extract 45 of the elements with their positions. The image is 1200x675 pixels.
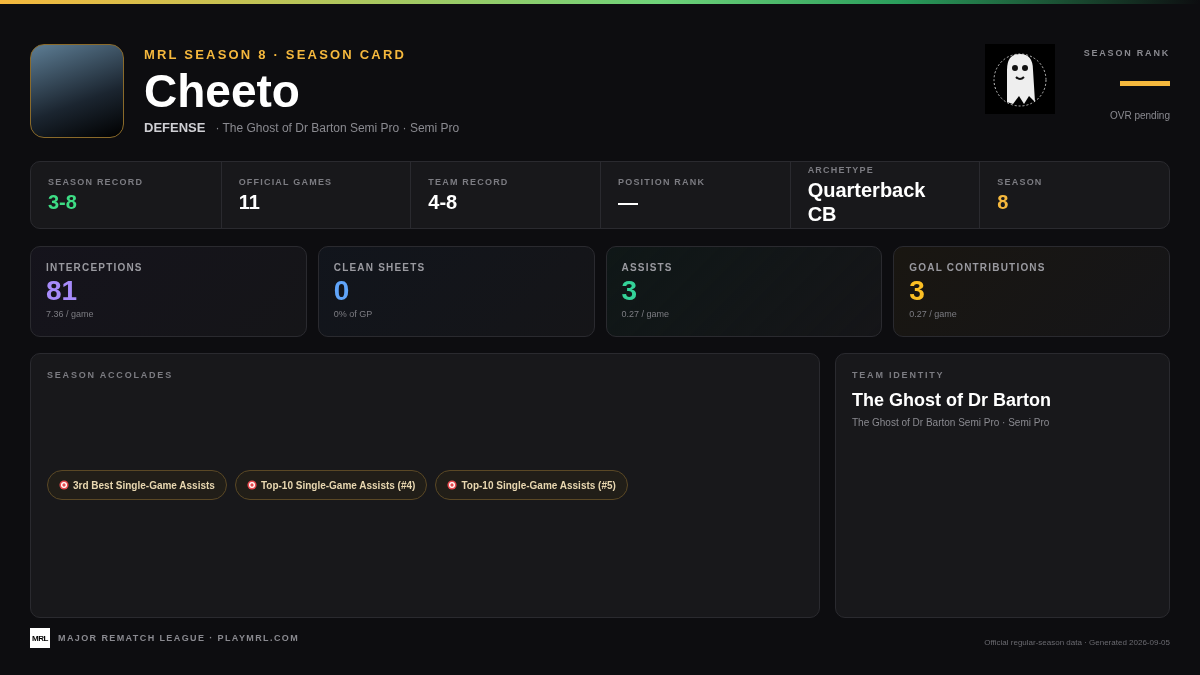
info-value: 4-8 <box>428 189 459 214</box>
info-label: SEASON RECORD <box>48 176 145 187</box>
info-label: OFFICIAL GAMES <box>238 176 334 187</box>
info-value: 3-8 <box>48 189 78 214</box>
panel-title: TEAM IDENTITY <box>852 370 946 380</box>
stat-value: 3 <box>909 275 926 307</box>
season-rank-label: SEASON RANK <box>1083 47 1170 58</box>
target-icon <box>59 480 69 490</box>
stat-label: CLEAN SHEETS <box>333 262 427 273</box>
rank-placeholder-bar <box>1120 80 1170 86</box>
accolade-text: 3rd Best Single-Game Assists <box>73 479 215 491</box>
info-value: 8 <box>997 189 1010 214</box>
info-label: POSITION RANK <box>618 176 707 187</box>
stat-label: ASSISTS <box>621 262 674 273</box>
target-icon <box>447 480 458 490</box>
player-name: Cheeto <box>144 64 301 118</box>
league-brand-text: MAJOR REMATCH LEAGUE · PLAYMRL.COM <box>58 633 301 643</box>
stat-per-game: 7.36 / game <box>46 309 95 319</box>
league-logo: MRL <box>30 628 50 648</box>
info-value: 11 <box>238 189 261 214</box>
ghost-logo-icon <box>985 44 1055 114</box>
stat-per-game: 0.27 / game <box>909 309 958 319</box>
accolade-text: Top-10 Single-Game Assists (#4) <box>260 479 416 491</box>
target-icon <box>246 480 257 490</box>
stat-per-game: 0% of GP <box>333 309 374 319</box>
team-line: · The Ghost of Dr Barton Semi Pro · Semi Pro <box>215 121 460 135</box>
info-value: — <box>618 189 639 214</box>
team-name: The Ghost of Dr Barton <box>852 390 1052 411</box>
stat-value: 0 <box>333 275 351 307</box>
team-division: The Ghost of Dr Barton Semi Pro · Semi Pro <box>852 417 1051 428</box>
info-label: TEAM RECORD <box>428 176 510 187</box>
accolade-text: Top-10 Single-Game Assists (#5) <box>461 479 616 491</box>
info-label: ARCHETYPE <box>807 164 875 175</box>
info-value: Quarterback CB <box>807 177 927 226</box>
stat-label: GOAL CONTRIBUTIONS <box>909 262 1047 273</box>
generated-note: Official regular-season data · Generated 2026-09-05 <box>984 637 1170 647</box>
stat-value: 3 <box>621 275 639 307</box>
stat-value: 81 <box>46 275 79 307</box>
panel-title: SEASON ACCOLADES <box>47 370 174 380</box>
stat-per-game: 0.27 / game <box>621 309 671 319</box>
card-eyebrow: MRL SEASON 8 · SEASON CARD <box>144 47 408 62</box>
info-label: SEASON <box>997 176 1044 187</box>
stat-label: INTERCEPTIONS <box>46 262 144 273</box>
position-label: DEFENSE <box>144 120 206 135</box>
ovr-pending-note: OVR pending <box>1109 109 1170 121</box>
